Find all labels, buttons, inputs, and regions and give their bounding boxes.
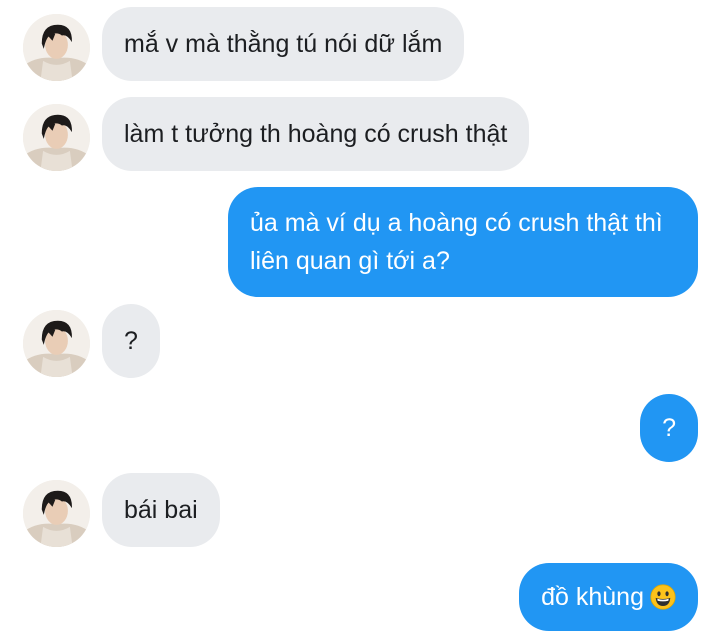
message-bubble-incoming[interactable]: bái bai xyxy=(102,473,220,547)
message-bubble-outgoing[interactable]: ? xyxy=(640,394,698,462)
contact-avatar[interactable] xyxy=(23,14,90,81)
message-text: mắ v mà thằng tú nói dữ lắm xyxy=(124,30,443,58)
message-bubble-outgoing[interactable]: ủa mà ví dụ a hoàng có crush thật thì li… xyxy=(228,187,698,297)
avatar-photo xyxy=(23,310,90,377)
contact-avatar[interactable] xyxy=(23,104,90,171)
message-bubble-incoming[interactable]: ? xyxy=(102,304,160,378)
grinning-face-emoji-icon xyxy=(650,584,676,610)
contact-avatar[interactable] xyxy=(23,310,90,377)
contact-avatar[interactable] xyxy=(23,480,90,547)
message-text-line: liên quan gì tới a? xyxy=(250,247,450,275)
message-text: ? xyxy=(124,327,138,355)
message-bubble-incoming[interactable]: làm t tưởng th hoàng có crush thật xyxy=(102,97,530,171)
avatar-photo xyxy=(23,480,90,547)
avatar-photo xyxy=(23,104,90,171)
message-text: ? xyxy=(662,414,676,442)
message-bubble-outgoing[interactable]: đồ khùng xyxy=(519,563,698,631)
message-text: đồ khùng xyxy=(541,583,644,611)
avatar-photo xyxy=(23,14,90,81)
message-text: bái bai xyxy=(124,496,198,524)
message-text: làm t tưởng th hoàng có crush thật xyxy=(124,120,508,148)
message-bubble-incoming[interactable]: mắ v mà thằng tú nói dữ lắm xyxy=(102,7,465,81)
message-text-line: ủa mà ví dụ a hoàng có crush thật thì xyxy=(250,209,663,237)
